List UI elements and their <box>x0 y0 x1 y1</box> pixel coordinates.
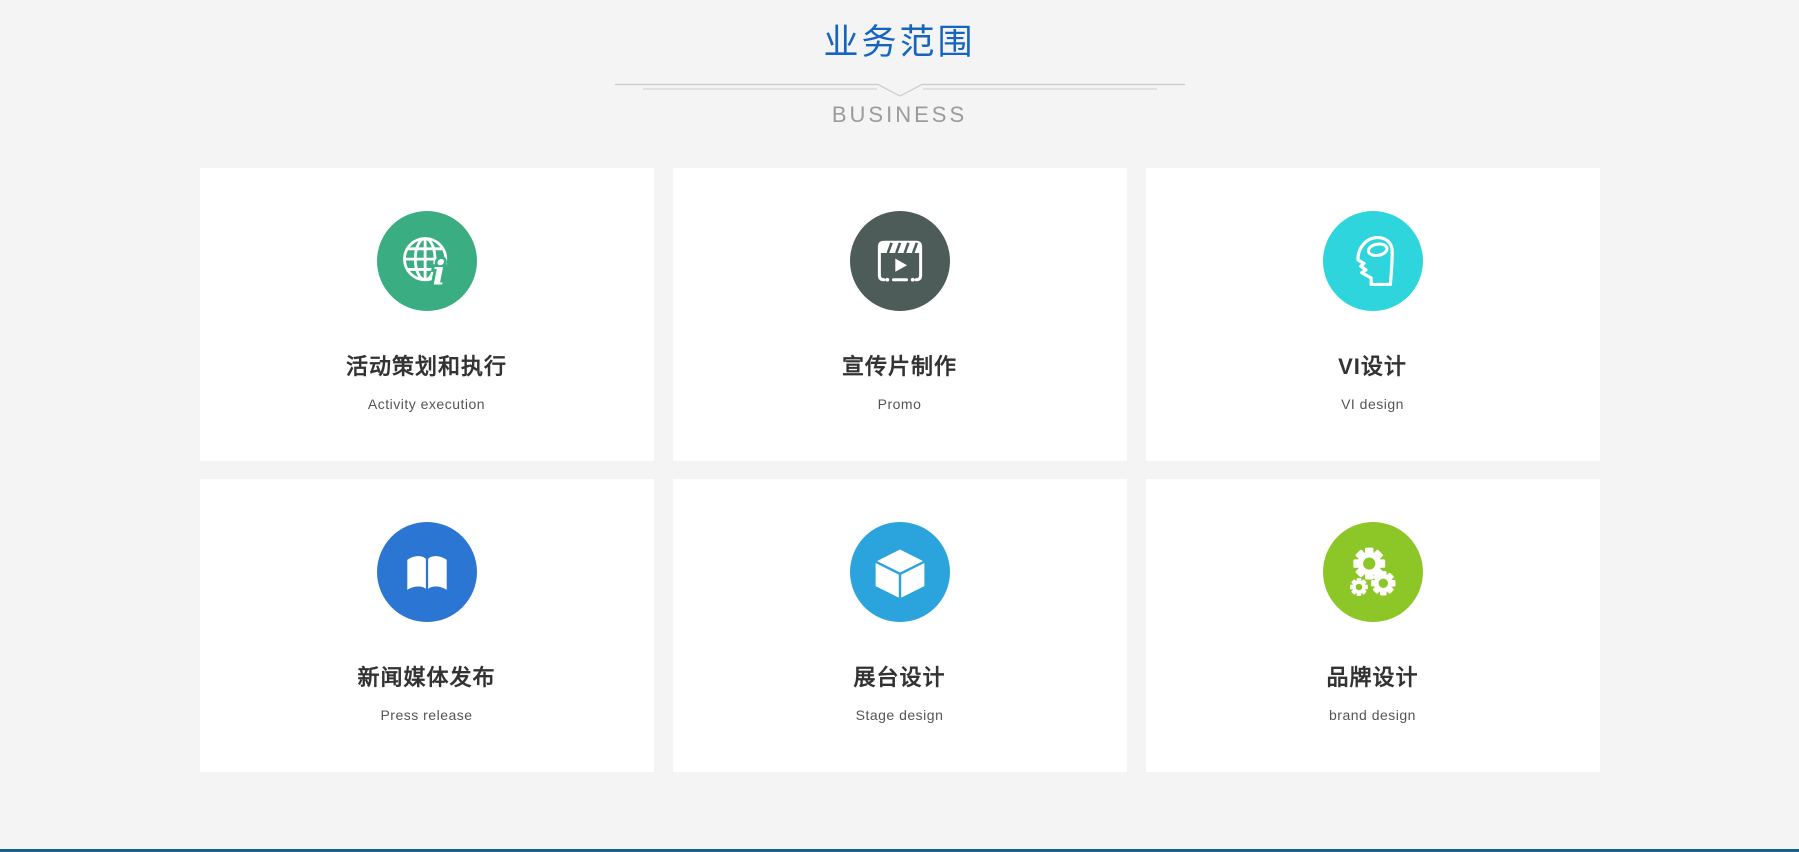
svg-text:i: i <box>432 252 445 291</box>
video-clapperboard-icon <box>850 211 950 311</box>
card-subtitle: Press release <box>200 707 654 723</box>
cube-icon <box>850 522 950 622</box>
card-subtitle: brand design <box>1146 707 1600 723</box>
card-title: 展台设计 <box>673 660 1127 692</box>
card-title: 新闻媒体发布 <box>200 660 654 692</box>
business-card-stage-design[interactable]: 展台设计 Stage design <box>673 479 1127 772</box>
card-subtitle: VI design <box>1146 396 1600 412</box>
card-subtitle: Promo <box>673 396 1127 412</box>
business-card-press-release[interactable]: 新闻媒体发布 Press release <box>200 479 654 772</box>
card-subtitle: Stage design <box>673 707 1127 723</box>
globe-info-icon: i <box>377 211 477 311</box>
section-subtitle: BUSINESS <box>0 102 1799 128</box>
open-book-icon <box>377 522 477 622</box>
card-title: 活动策划和执行 <box>200 349 654 381</box>
business-section-header: 业务范围 BUSINESS <box>0 0 1799 128</box>
card-title: 宣传片制作 <box>673 349 1127 381</box>
business-card-brand-design[interactable]: 品牌设计 brand design <box>1146 479 1600 772</box>
card-title: 品牌设计 <box>1146 660 1600 692</box>
divider-chevron <box>0 80 1799 100</box>
business-card-activity-planning[interactable]: i 活动策划和执行 Activity execution <box>200 168 654 461</box>
business-card-promo-video[interactable]: 宣传片制作 Promo <box>673 168 1127 461</box>
page-title: 业务范围 <box>0 22 1799 64</box>
head-profile-icon <box>1323 211 1423 311</box>
card-subtitle: Activity execution <box>200 396 654 412</box>
business-grid: i 活动策划和执行 Activity execution 宣传片制作 Promo <box>200 168 1600 772</box>
card-title: VI设计 <box>1146 349 1600 381</box>
gears-icon <box>1323 522 1423 622</box>
business-card-vi-design[interactable]: VI设计 VI design <box>1146 168 1600 461</box>
